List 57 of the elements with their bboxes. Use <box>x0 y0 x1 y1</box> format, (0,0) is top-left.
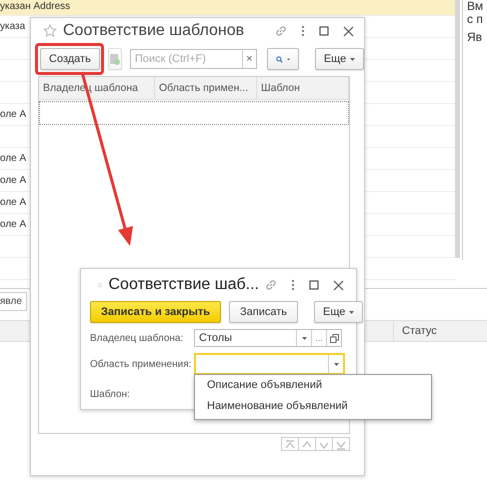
save-and-close-button[interactable]: Записать и закрыть <box>90 301 222 323</box>
maximize-icon[interactable] <box>309 280 319 290</box>
row-text: оле A <box>0 219 26 230</box>
previous-button[interactable] <box>298 437 316 451</box>
field-label: Область применения: <box>90 358 192 370</box>
panel-text: Вм <box>467 0 484 13</box>
open-icon <box>330 334 338 342</box>
window-title: Соответствие шаб... <box>108 276 259 294</box>
panel-text: Яв <box>467 31 484 44</box>
close-icon[interactable] <box>343 26 354 36</box>
search-button[interactable] <box>266 48 299 70</box>
row-text: оле A <box>0 175 26 186</box>
row-text: оле A <box>0 109 26 120</box>
more-icon[interactable] <box>301 25 305 37</box>
caret-icon <box>334 362 338 366</box>
list-row[interactable]: указан Address <box>0 0 455 16</box>
search-icon <box>276 54 283 64</box>
caret-icon <box>349 310 354 314</box>
search-field[interactable]: Поиск (Ctrl+F) × <box>130 49 257 69</box>
link-icon[interactable] <box>275 25 287 37</box>
window-title: Соответствие шаблонов <box>63 22 246 40</box>
link-icon[interactable] <box>265 279 277 291</box>
close-icon[interactable] <box>333 280 344 290</box>
panel-text: с п <box>467 13 484 26</box>
scope-field[interactable] <box>194 353 345 375</box>
star-icon[interactable] <box>43 24 57 38</box>
maximize-icon[interactable] <box>319 26 329 36</box>
panel-tab[interactable]: явле <box>0 292 27 311</box>
focused-row[interactable] <box>39 101 349 125</box>
clear-button[interactable]: × <box>242 50 256 68</box>
column-header[interactable]: Статус <box>394 321 445 341</box>
first-page-button[interactable] <box>281 437 299 451</box>
column-header[interactable]: Шаблон <box>257 77 349 99</box>
more-button[interactable]: Еще <box>314 48 364 70</box>
column-header[interactable]: Область примен... <box>155 77 257 99</box>
row-text: указан Address <box>0 1 70 12</box>
caret-icon <box>286 58 290 60</box>
owner-field[interactable]: Столы ... <box>194 329 342 347</box>
caret-icon <box>350 58 356 60</box>
dropdown-item[interactable]: Описание объявлений <box>207 379 431 391</box>
last-page-button[interactable] <box>332 437 350 451</box>
scrollbar[interactable] <box>455 0 460 258</box>
next-button[interactable] <box>315 437 333 451</box>
dropdown-item[interactable]: Наименование объявлений <box>207 400 431 412</box>
create-button[interactable]: Создать <box>40 48 100 70</box>
row-text: оле A <box>0 197 26 208</box>
open-button[interactable] <box>326 330 341 346</box>
row-text: оле A <box>0 153 26 164</box>
caret-icon <box>302 336 306 340</box>
row-text: указа <box>0 21 26 32</box>
field-label: Владелец шаблона: <box>90 332 184 344</box>
choose-button[interactable]: ... <box>311 330 326 346</box>
first-page-icon <box>283 438 297 450</box>
more-button[interactable]: Еще <box>314 301 364 323</box>
field-label: Шаблон: <box>90 388 131 400</box>
save-button[interactable]: Записать <box>229 301 298 323</box>
more-icon[interactable] <box>291 279 295 291</box>
